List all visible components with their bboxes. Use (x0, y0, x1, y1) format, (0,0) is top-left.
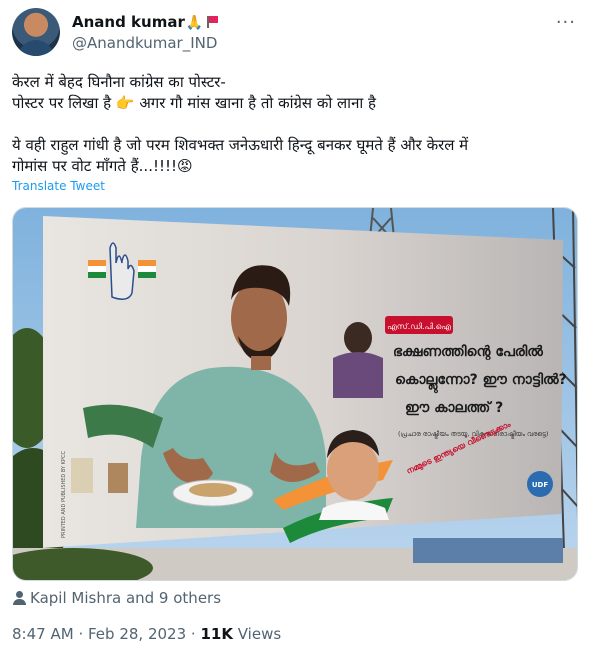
tweet-date[interactable]: Feb 28, 2023 (88, 625, 186, 643)
food (189, 483, 237, 497)
billboard-photo: എസ്.ഡി.പി.ഐ ഭക്ഷണത്തിന്റെ പേരിൽ കൊല്ലുന്… (13, 208, 577, 580)
poster-tag: എസ്.ഡി.പി.ഐ (387, 322, 452, 332)
bg-person (333, 352, 383, 398)
author-name-text: Anand kumar (72, 13, 185, 31)
meta-separator: · (78, 625, 84, 643)
pointing-hand-emoji: 👉 (115, 94, 135, 112)
poster-headline-3: ഈ കാലത്ത് ? (405, 400, 503, 416)
poster-headline-1: ഭക്ഷണത്തിന്റെ പേരിൽ (393, 344, 543, 361)
tweet-meta: 8:47 AM · Feb 28, 2023 · 11K Views (12, 625, 281, 643)
liked-by-text: Kapil Mishra and 9 others (30, 589, 222, 607)
angry-face-emoji: 😡 (177, 157, 193, 175)
person-icon (13, 591, 26, 605)
tweet-line-2-suffix: अगर गौ मांस खाना है तो कांग्रेस को लाना … (139, 94, 377, 112)
folded-hands-emoji: 🙏 (185, 15, 204, 31)
translate-tweet-link[interactable]: Translate Tweet (12, 179, 105, 193)
udf-logo-text: UDF (532, 481, 548, 489)
author-name[interactable]: Anand kumar🙏 (72, 13, 219, 31)
poster-side-print: PRINTED AND PUBLISHED BY KPCC (61, 451, 67, 538)
avatar-shirt (18, 40, 54, 56)
liked-by-row[interactable]: Kapil Mishra and 9 others (13, 589, 221, 607)
tweet-line-2: पोस्टर पर लिखा है 👉 अगर गौ मांस खाना है … (12, 93, 578, 114)
tweet-line-1: केरल में बेहद घिनौना कांग्रेस का पोस्टर- (12, 73, 226, 91)
more-options-icon[interactable]: ··· (556, 12, 576, 33)
tweet-line-4: गोमांस पर वोट माँगते हैं...!!!!😡 (12, 156, 578, 177)
author-avatar[interactable] (12, 8, 60, 56)
building (413, 538, 563, 563)
tweet-line-3: ये वही राहुल गांधी है जो परम शिवभक्त जने… (12, 136, 469, 154)
views-label: Views (237, 625, 282, 643)
author-handle[interactable]: @Anandkumar_IND (72, 34, 217, 52)
meta-separator: · (190, 625, 196, 643)
tweet-text: केरल में बेहद घिनौना कांग्रेस का पोस्टर-… (12, 72, 578, 177)
tweet-photo[interactable]: എസ്.ഡി.പി.ഐ ഭക്ഷണത്തിന്റെ പേരിൽ കൊല്ലുന്… (12, 207, 578, 581)
glass (108, 463, 128, 493)
glass (71, 458, 93, 493)
tweet-line-4-text: गोमांस पर वोट माँगते हैं...!!!! (12, 157, 178, 175)
flag-icon (207, 16, 219, 28)
tweet-line-2-prefix: पोस्टर पर लिखा है (12, 94, 112, 112)
bg-person (344, 322, 372, 354)
tweet-time[interactable]: 8:47 AM (12, 625, 74, 643)
views-count: 11K (200, 625, 233, 643)
